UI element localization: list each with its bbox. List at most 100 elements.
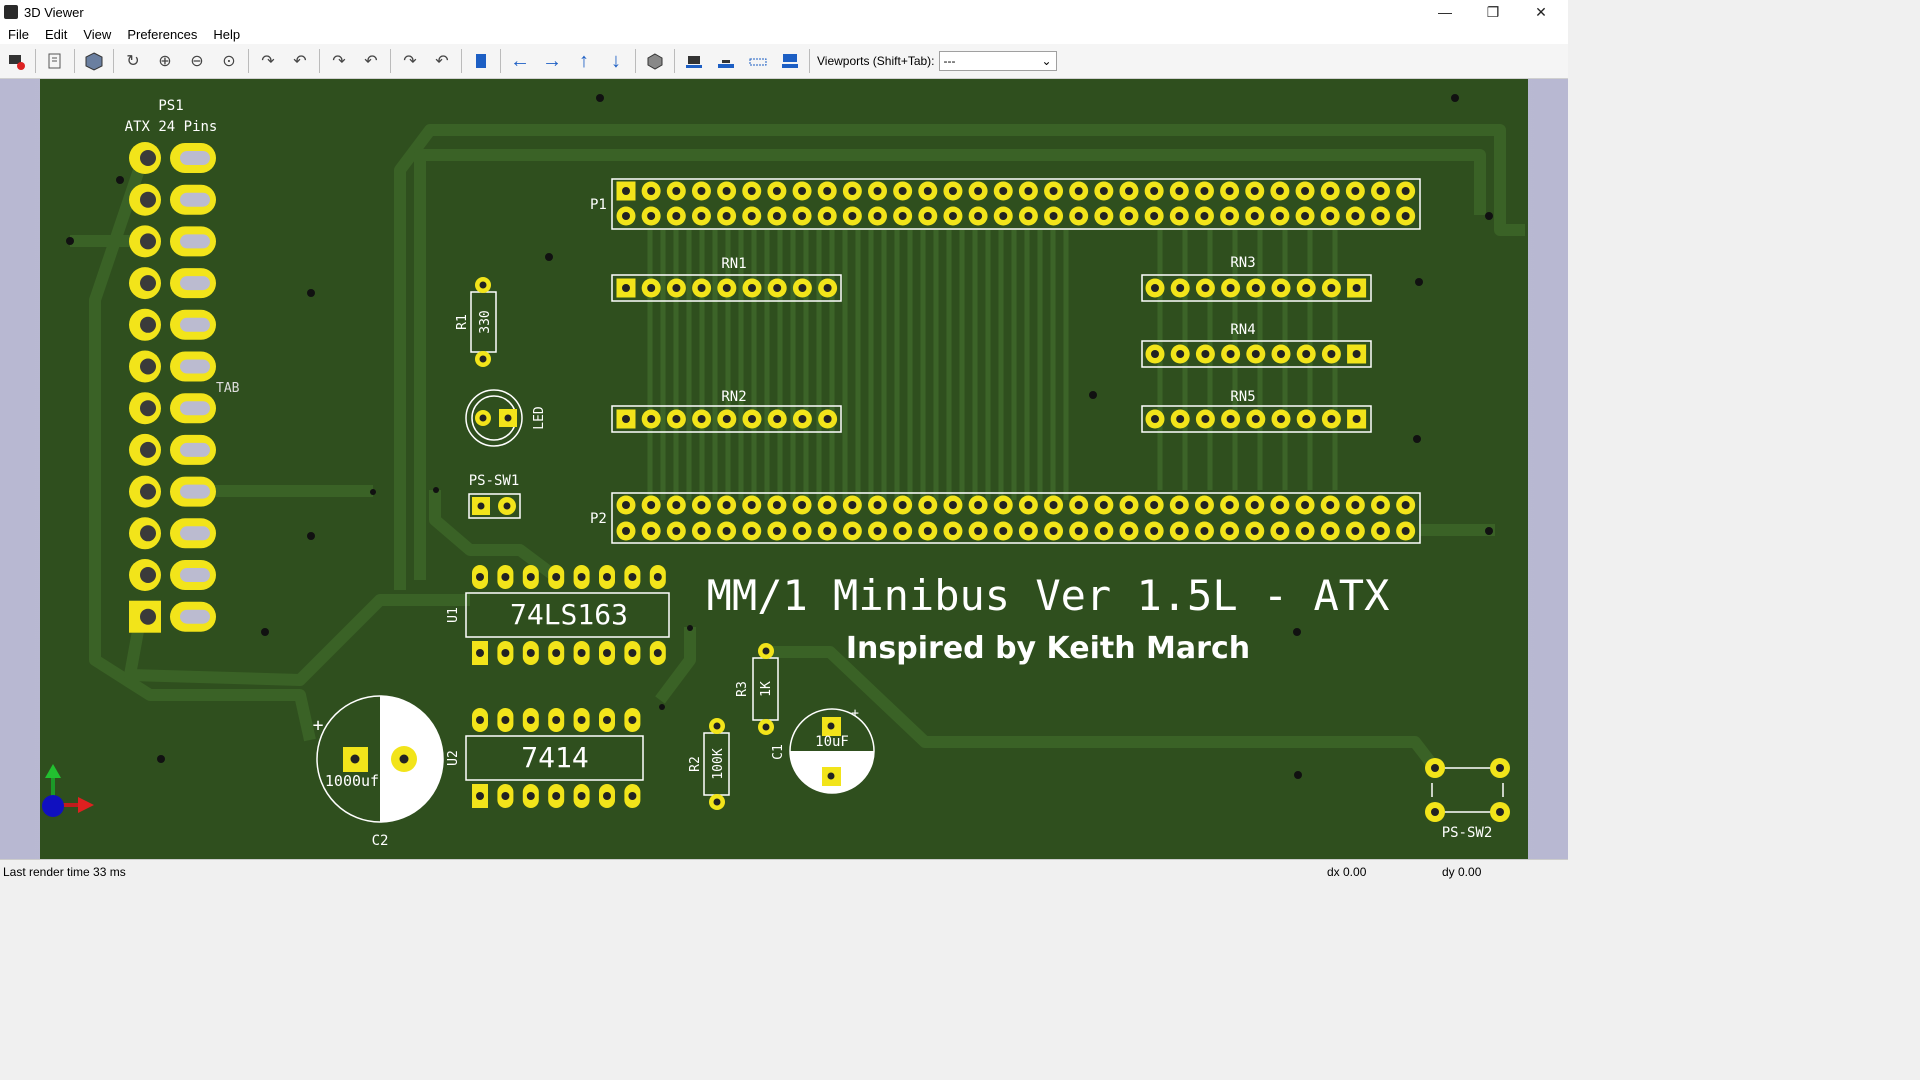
render-icon[interactable] <box>3 48 29 74</box>
pad-hole <box>1351 527 1360 535</box>
copy-icon[interactable] <box>42 48 68 74</box>
board-body-icon[interactable] <box>681 48 707 74</box>
pad-hole <box>1327 415 1336 423</box>
led-label: LED <box>532 406 547 430</box>
pad-hole <box>1201 415 1210 423</box>
pad-hole <box>180 317 210 332</box>
rotate-y-cw-icon[interactable]: ↷ <box>326 48 352 74</box>
pad-hole <box>653 649 662 657</box>
menu-edit[interactable]: Edit <box>37 27 75 42</box>
pad-hole <box>501 649 510 657</box>
pad-hole <box>722 501 731 509</box>
pad-hole <box>552 792 561 800</box>
pad-hole <box>552 573 561 581</box>
minimize-button[interactable]: — <box>1422 0 1468 24</box>
restore-button[interactable]: ❐ <box>1470 0 1516 24</box>
r2-ref: R2 <box>688 756 703 772</box>
pad-hole <box>748 415 756 423</box>
menu-view[interactable]: View <box>75 27 119 42</box>
toolbar-separator <box>390 49 391 73</box>
pad-hole <box>180 234 210 249</box>
r1-ref: R1 <box>455 314 470 330</box>
pan-up-icon[interactable]: ↑ <box>571 48 597 74</box>
pad-hole <box>1376 527 1385 535</box>
pad-hole <box>628 649 637 657</box>
ortho-icon[interactable] <box>642 48 668 74</box>
tab-label: TAB <box>216 381 240 396</box>
pad-hole <box>526 573 535 581</box>
pad-hole <box>1275 187 1284 195</box>
pad-hole <box>140 275 156 292</box>
pad-hole <box>948 527 957 535</box>
pad-hole <box>1301 187 1310 195</box>
pad-hole <box>140 316 156 333</box>
pad-hole <box>476 792 484 800</box>
pan-down-icon[interactable]: ↓ <box>603 48 629 74</box>
flip-board-icon[interactable] <box>468 48 494 74</box>
pad-hole <box>1175 501 1184 509</box>
board-edge-icon[interactable] <box>713 48 739 74</box>
pad-hole <box>1401 212 1410 220</box>
view-3d-icon[interactable] <box>81 48 107 74</box>
3d-viewport[interactable]: PS1 ATX 24 Pins TAB P1 P2 RN1 RN2 RN3 RN… <box>0 79 1568 859</box>
pad-hole <box>697 527 706 535</box>
menu-preferences[interactable]: Preferences <box>119 27 205 42</box>
pad-hole <box>622 284 630 292</box>
c2-value: 1000uf <box>325 772 379 790</box>
rotate-z-cw-icon[interactable]: ↷ <box>397 48 423 74</box>
refresh-icon[interactable]: ↻ <box>120 48 146 74</box>
rotate-y-ccw-icon[interactable]: ↶ <box>358 48 384 74</box>
pad-hole <box>552 649 561 657</box>
pad-hole <box>1200 212 1209 220</box>
viewports-select[interactable]: --- ⌄ <box>938 51 1057 71</box>
pad-hole <box>180 359 210 374</box>
pad-hole <box>1099 212 1108 220</box>
pad-hole <box>999 501 1008 509</box>
pad-hole <box>773 284 782 292</box>
toolbar: ↻ ⊕ ⊖ ⊙ ↷ ↶ ↷ ↶ ↷ ↶ ← → ↑ ↓ Viewports (S… <box>0 44 1568 79</box>
pad-hole <box>1251 284 1260 292</box>
pad-hole <box>722 527 731 535</box>
rn4-pins <box>1145 344 1367 364</box>
r3-value: 1K <box>759 681 774 697</box>
pad-hole <box>1250 187 1259 195</box>
silkscreen-icon[interactable] <box>745 48 771 74</box>
zoom-in-icon[interactable]: ⊕ <box>152 48 178 74</box>
pad-hole <box>672 212 681 220</box>
toolbar-separator <box>674 49 675 73</box>
pad-hole <box>1326 187 1335 195</box>
pcb-canvas[interactable]: PS1 ATX 24 Pins TAB P1 P2 RN1 RN2 RN3 RN… <box>0 79 1568 859</box>
pad-hole <box>1201 350 1210 358</box>
pad-hole <box>180 609 210 624</box>
pad-hole <box>180 192 210 207</box>
pad-hole <box>1200 527 1209 535</box>
pad-hole <box>1024 187 1033 195</box>
zoom-fit-icon[interactable]: ⊙ <box>216 48 242 74</box>
pad-hole <box>923 501 932 509</box>
rotate-z-ccw-icon[interactable]: ↶ <box>429 48 455 74</box>
menu-file[interactable]: File <box>0 27 37 42</box>
pad-hole <box>999 527 1008 535</box>
zoom-out-icon[interactable]: ⊖ <box>184 48 210 74</box>
pad-hole <box>697 187 706 195</box>
pad-hole <box>1277 350 1285 358</box>
pad-hole <box>748 284 756 292</box>
rotate-x-ccw-icon[interactable]: ↶ <box>287 48 313 74</box>
pan-right-icon[interactable]: → <box>539 48 565 74</box>
close-button[interactable]: ✕ <box>1518 0 1564 24</box>
pan-left-icon[interactable]: ← <box>507 48 533 74</box>
ps-sw2-label: PS-SW2 <box>1442 825 1493 841</box>
dx-readout: dx 0.00 <box>1327 864 1367 879</box>
pad-hole <box>140 567 156 583</box>
menu-help[interactable]: Help <box>205 27 248 42</box>
pad-hole <box>672 527 681 535</box>
pad-hole <box>1302 350 1311 358</box>
pad-hole <box>1250 527 1259 535</box>
rotate-x-cw-icon[interactable]: ↷ <box>255 48 281 74</box>
pad-hole <box>1150 187 1159 195</box>
pad-hole <box>180 484 210 499</box>
pad-hole <box>501 573 510 581</box>
pad-hole <box>1250 212 1259 220</box>
ps1-ref: PS1 <box>158 98 183 114</box>
smd-icon[interactable] <box>777 48 803 74</box>
